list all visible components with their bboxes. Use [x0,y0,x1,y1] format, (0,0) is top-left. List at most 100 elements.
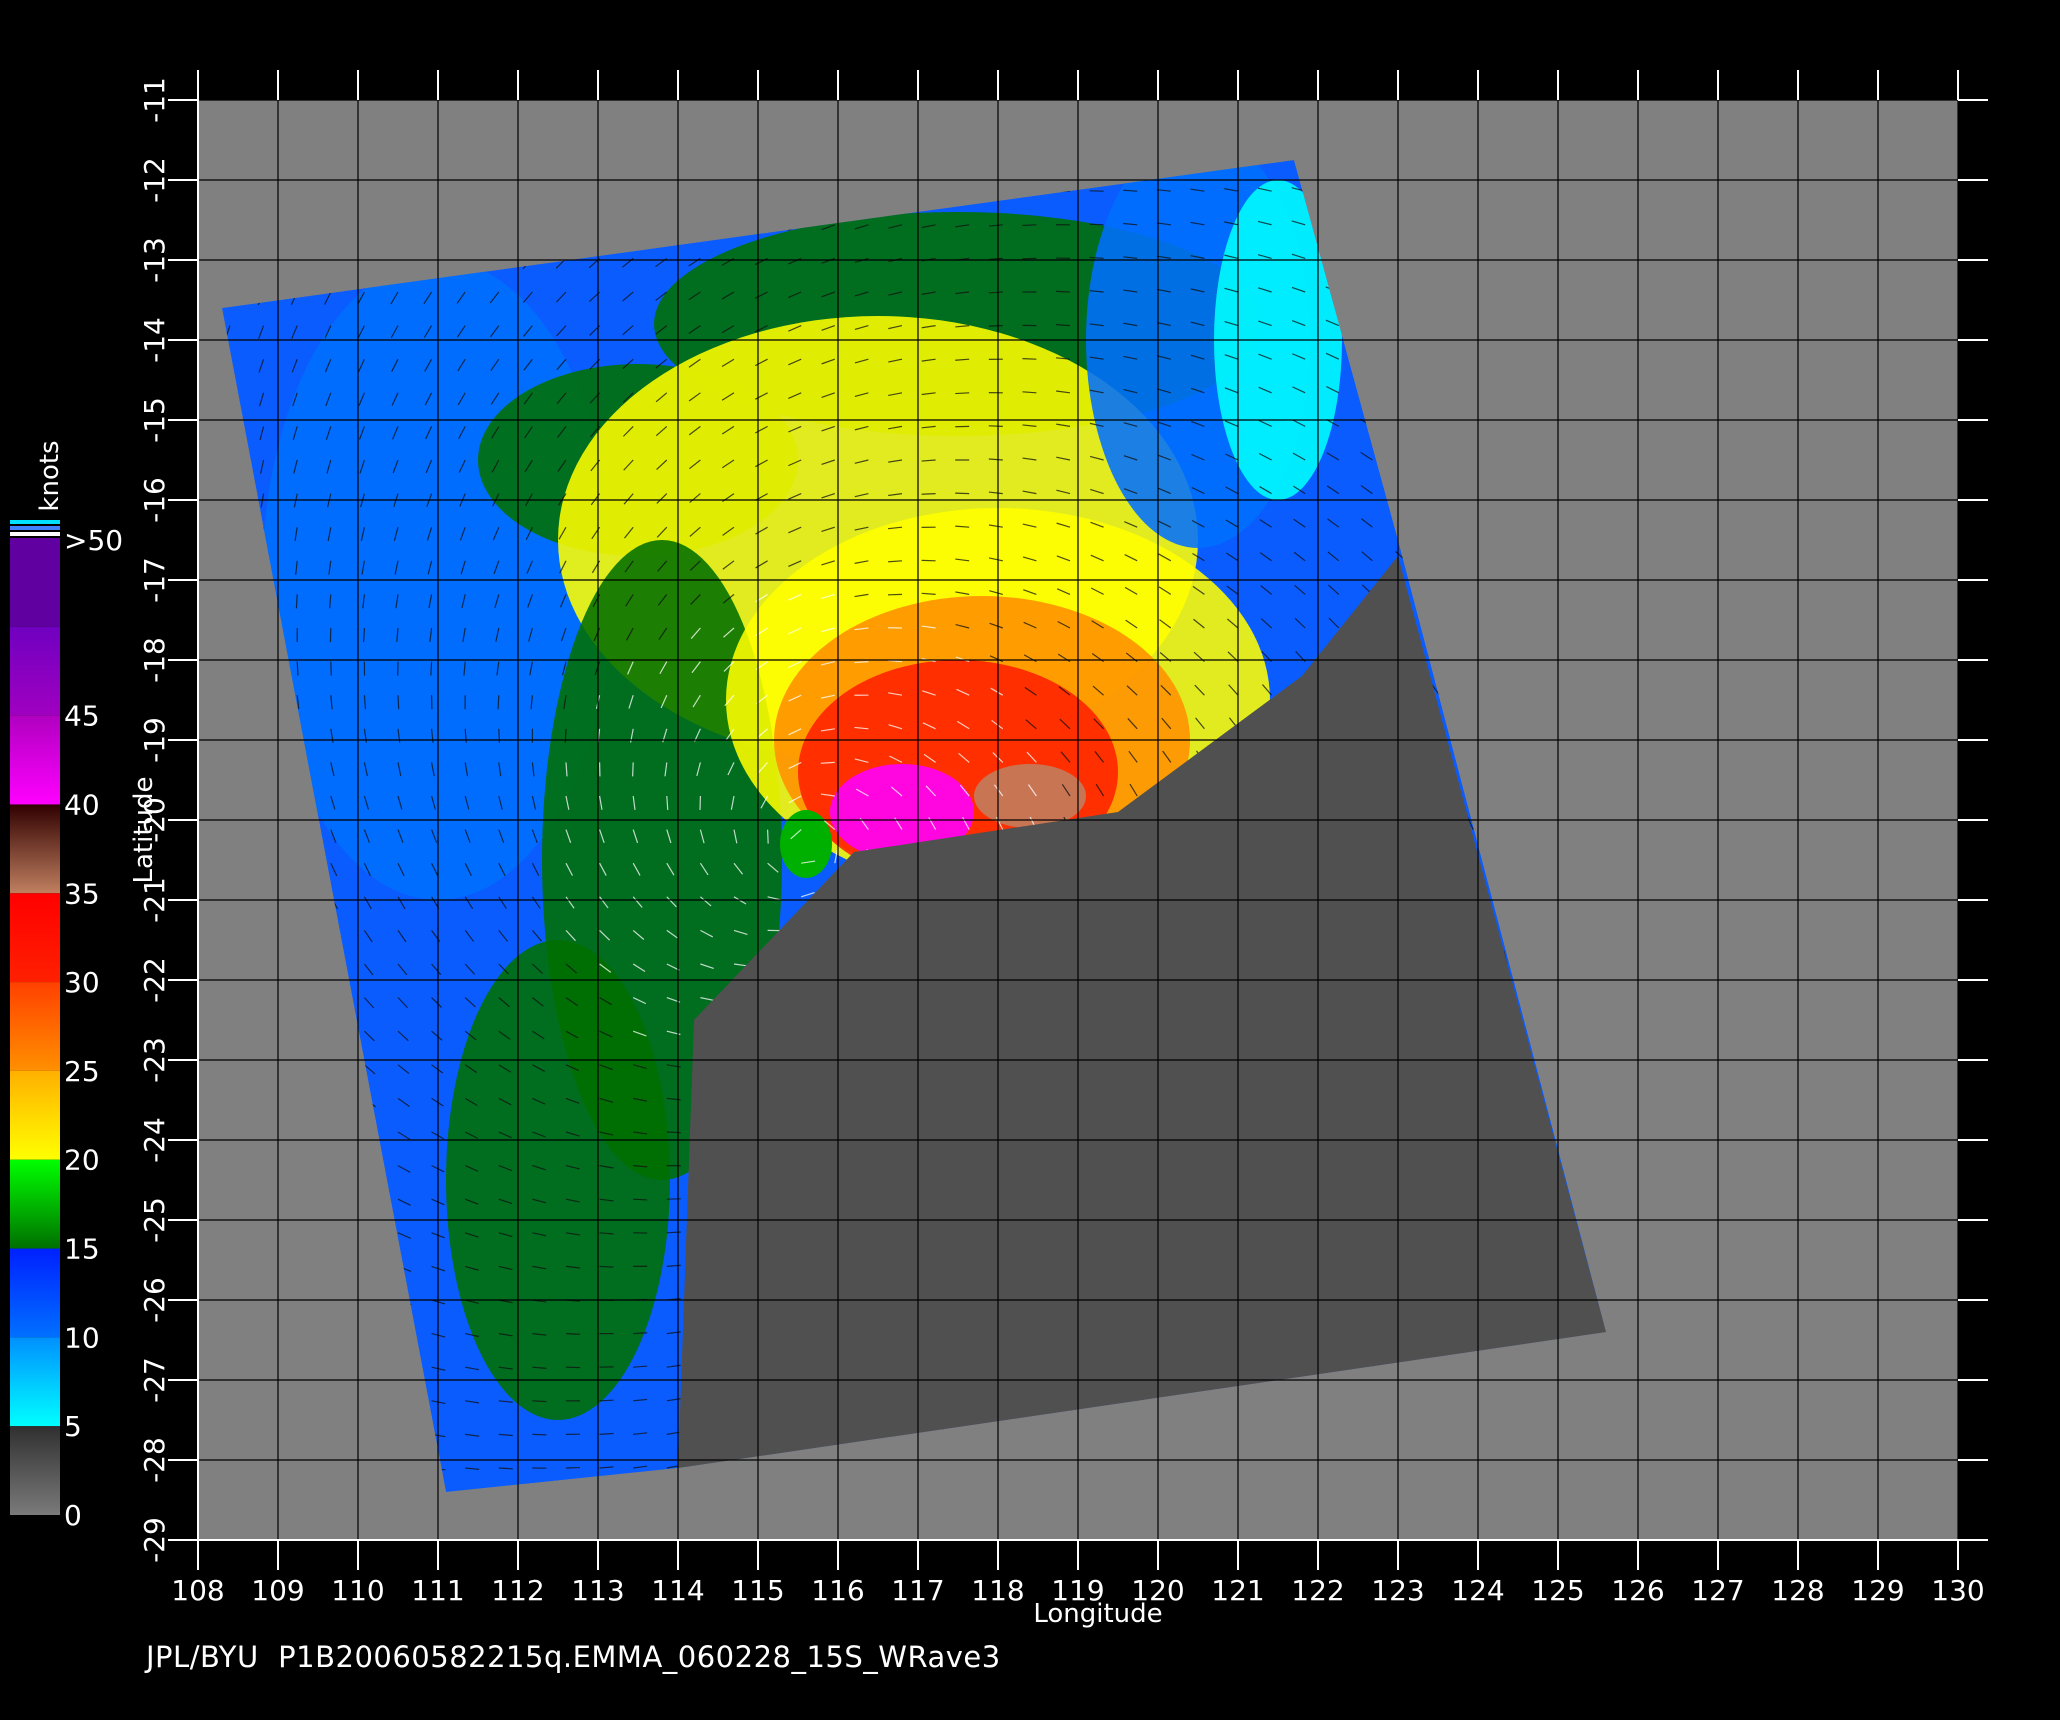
x-tick-label: 116 [811,1574,864,1607]
colorbar-segment [10,1159,60,1249]
colorbar-label: 30 [64,966,100,999]
y-tick-label: -24 [138,1117,171,1163]
wind-barb [1022,224,1037,227]
colorbar-stripe [10,526,60,530]
x-tick-label: 130 [1931,1574,1984,1607]
y-tick-label: -15 [138,397,171,443]
y-tick-label: -11 [138,77,171,123]
x-tick-label: 108 [171,1574,224,1607]
wind-barb [666,1131,681,1134]
x-tick-label: 121 [1211,1574,1264,1607]
product-id-label: P1B20060582215q.EMMA_060228_15S_WRave3 [278,1640,1001,1674]
wind-barb [565,1333,581,1335]
y-tick-label: -16 [138,477,171,523]
wind-barb [564,728,567,743]
wind-barb [1055,290,1071,293]
x-axis-title: Longitude [1033,1599,1162,1629]
y-tick-label: -25 [138,1197,171,1243]
wind-barb [363,627,365,643]
wind-barb [599,1399,614,1402]
wind-barb [767,829,769,844]
colorbar-legend: >50 45 40 35 30 25 20 15 10 5 0 [10,520,123,1532]
colorbar-segment [10,982,60,1071]
wind-barb [632,762,634,777]
y-tick-label: -23 [138,1037,171,1083]
x-tick-label: 122 [1291,1574,1344,1607]
colorbar-label: 45 [64,700,100,733]
y-tick-label: -27 [138,1357,171,1403]
colorbar-label: 25 [64,1055,100,1088]
colorbar-label: 5 [64,1410,82,1443]
x-tick-label: 115 [731,1574,784,1607]
wind-barb [988,325,1003,327]
x-tick-label: 128 [1771,1574,1824,1607]
wind-barb [988,291,1003,294]
wind-barb [599,1265,614,1268]
wind-speed-map: 108 109 110 111 112 113 114 115 116 117 118 119 120 1… [10,70,1988,1629]
y-tick-label: -12 [138,157,171,203]
wind-speed-region-11 [974,764,1086,828]
wind-barb [498,728,500,743]
colorbar-label: 15 [64,1233,100,1266]
x-tick-label: 111 [411,1574,464,1607]
y-tick-label: -19 [138,717,171,763]
wind-barb [497,695,500,710]
wind-barb [296,661,299,676]
y-tick-label: -29 [138,1517,171,1563]
colorbar-label: >50 [64,524,123,557]
wind-barb [430,661,433,676]
colorbar-segment [10,715,60,805]
colorbar-segment [10,538,60,627]
colorbar-label: 10 [64,1321,100,1354]
y-tick-label: -22 [138,957,171,1003]
colorbar-label: 35 [64,877,100,910]
x-tick-label: 118 [971,1574,1024,1607]
x-tick-label: 129 [1851,1574,1904,1607]
y-tick-label: -17 [138,557,171,603]
y-tick-label: -14 [138,317,171,363]
wind-barb [955,392,970,395]
y-axis-title: Latitude [129,776,159,883]
wind-speed-region-6 [446,940,670,1420]
x-tick-label: 123 [1371,1574,1424,1607]
colorbar-segment [10,1070,60,1160]
y-tick-label: -26 [138,1277,171,1323]
x-tick-label: 127 [1691,1574,1744,1607]
wind-barb [988,425,1003,427]
wind-barb [666,1231,681,1234]
y-tick-label: -28 [138,1437,171,1483]
colorbar-segment [10,626,60,716]
wind-barb [820,761,835,764]
producer-label: JPL/BYU [146,1640,259,1674]
colorbar-segment [10,1426,60,1515]
x-tick-label: 114 [651,1574,704,1607]
colorbar-stripe [10,520,60,524]
wind-barb [633,1198,648,1201]
plot-area: 108 109 110 111 112 113 114 115 116 117 118 119 120 1… [138,70,1988,1607]
wind-barb [397,695,400,710]
x-tick-label: 109 [251,1574,304,1607]
colorbar-label: 20 [64,1144,100,1177]
wind-barb [295,594,298,609]
x-tick-label: 112 [491,1574,544,1607]
colorbar-segment [10,1248,60,1338]
colorbar-segment [10,893,60,983]
product-footer: JPL/BYU P1B20060582215q.EMMA_060228_15S_… [146,1640,1001,1674]
x-tick-label: 113 [571,1574,624,1607]
x-tick-label: 117 [891,1574,944,1607]
wind-barb [532,1400,547,1403]
wind-barb [955,492,970,495]
x-tick-label: 110 [331,1574,384,1607]
colorbar-stripe [10,532,60,536]
x-tick-label: 124 [1451,1574,1504,1607]
colorbar-label: 0 [64,1499,82,1532]
colorbar-segment [10,1337,60,1427]
y-tick-label: -13 [138,237,171,283]
colorbar-title: knots [35,440,65,511]
wind-barb [498,1467,513,1470]
wind-barb [1089,223,1104,226]
y-tick-label: -18 [138,637,171,683]
x-tick-label: 126 [1611,1574,1664,1607]
wind-barb [1022,357,1037,360]
wind-barb [633,1332,648,1335]
